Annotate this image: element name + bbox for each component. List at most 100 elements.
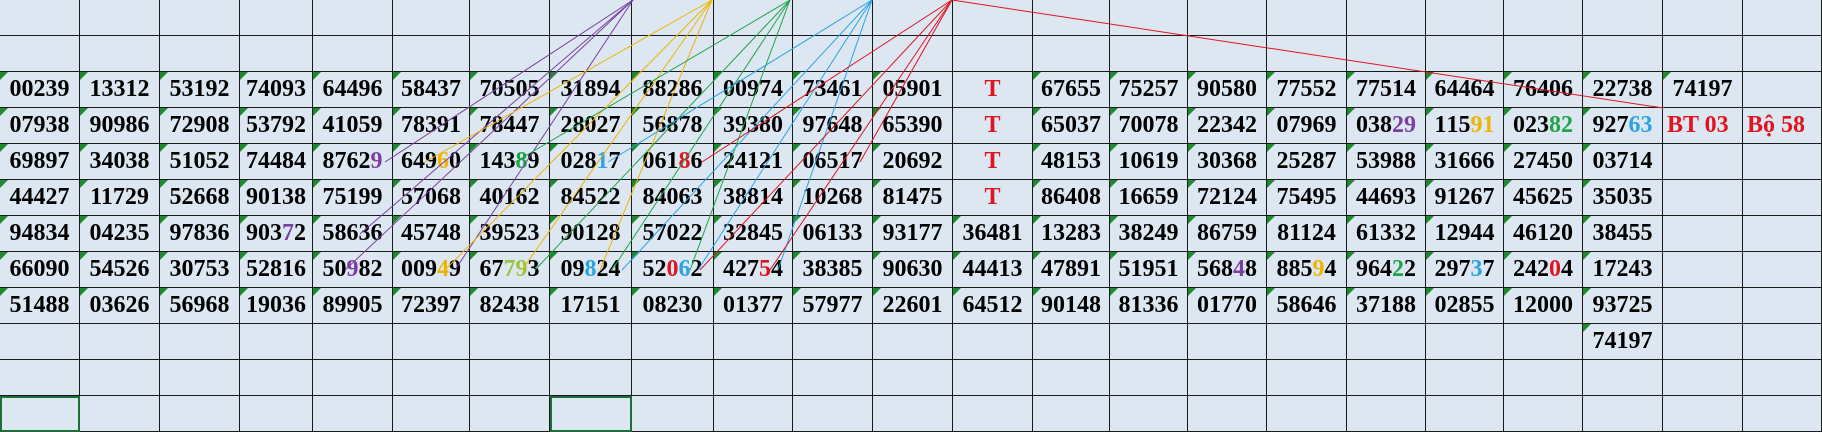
cell-r3-c10[interactable]: 97648 [793, 108, 873, 144]
cell-r11-c6[interactable] [470, 396, 550, 432]
cell-r8-c6[interactable]: 82438 [470, 288, 550, 324]
cell-r10-c5[interactable] [393, 360, 470, 396]
cell-r5-c20[interactable]: 35035 [1583, 180, 1663, 216]
cell-r10-c7[interactable] [550, 360, 632, 396]
cell-r8-c14[interactable]: 81336 [1110, 288, 1188, 324]
cell-r11-c17[interactable] [1347, 396, 1426, 432]
cell-r5-c14[interactable]: 16659 [1110, 180, 1188, 216]
cell-r4-c15[interactable]: 30368 [1188, 144, 1267, 180]
cell-r5-c13[interactable]: 86408 [1033, 180, 1110, 216]
cell-r2-c12[interactable]: T [953, 72, 1033, 108]
cell-r8-c5[interactable]: 72397 [393, 288, 470, 324]
cell-r1-c15[interactable] [1188, 36, 1267, 72]
cell-r5-c18[interactable]: 91267 [1426, 180, 1504, 216]
cell-r4-c22[interactable] [1743, 144, 1822, 180]
cell-r6-c0[interactable]: 94834 [0, 216, 80, 252]
cell-r2-c15[interactable]: 90580 [1188, 72, 1267, 108]
cell-r4-c20[interactable]: 03714 [1583, 144, 1663, 180]
cell-r10-c11[interactable] [873, 360, 953, 396]
cell-r9-c6[interactable] [470, 324, 550, 360]
cell-r6-c2[interactable]: 97836 [160, 216, 240, 252]
cell-r4-c21[interactable] [1663, 144, 1743, 180]
cell-r6-c5[interactable]: 45748 [393, 216, 470, 252]
cell-r4-c16[interactable]: 25287 [1267, 144, 1347, 180]
cell-r6-c11[interactable]: 93177 [873, 216, 953, 252]
cell-r11-c22[interactable] [1743, 396, 1822, 432]
cell-r0-c8[interactable] [632, 0, 714, 36]
cell-r9-c4[interactable] [313, 324, 393, 360]
cell-r4-c13[interactable]: 48153 [1033, 144, 1110, 180]
cell-r9-c8[interactable] [632, 324, 714, 360]
cell-r3-c3[interactable]: 53792 [240, 108, 313, 144]
cell-r1-c13[interactable] [1033, 36, 1110, 72]
cell-r0-c1[interactable] [80, 0, 160, 36]
cell-r4-c9[interactable]: 24121 [714, 144, 793, 180]
cell-r11-c11[interactable] [873, 396, 953, 432]
cell-r4-c18[interactable]: 31666 [1426, 144, 1504, 180]
cell-r6-c21[interactable] [1663, 216, 1743, 252]
cell-r7-c21[interactable] [1663, 252, 1743, 288]
cell-r2-c21[interactable]: 74197 [1663, 72, 1743, 108]
cell-r11-c13[interactable] [1033, 396, 1110, 432]
cell-r0-c3[interactable] [240, 0, 313, 36]
cell-r5-c17[interactable]: 44693 [1347, 180, 1426, 216]
cell-r6-c19[interactable]: 46120 [1504, 216, 1583, 252]
cell-r8-c2[interactable]: 56968 [160, 288, 240, 324]
cell-r4-c11[interactable]: 20692 [873, 144, 953, 180]
cell-r7-c18[interactable]: 29737 [1426, 252, 1504, 288]
cell-r3-c8[interactable]: 56878 [632, 108, 714, 144]
cell-r6-c16[interactable]: 81124 [1267, 216, 1347, 252]
cell-r5-c21[interactable] [1663, 180, 1743, 216]
cell-r0-c13[interactable] [1033, 0, 1110, 36]
cell-r11-c1[interactable] [80, 396, 160, 432]
cell-r0-c22[interactable] [1743, 0, 1822, 36]
cell-r11-c15[interactable] [1188, 396, 1267, 432]
cell-r0-c14[interactable] [1110, 0, 1188, 36]
cell-r8-c7[interactable]: 17151 [550, 288, 632, 324]
cell-r6-c15[interactable]: 86759 [1188, 216, 1267, 252]
cell-r7-c6[interactable]: 67793 [470, 252, 550, 288]
cell-r6-c17[interactable]: 61332 [1347, 216, 1426, 252]
cell-r4-c2[interactable]: 51052 [160, 144, 240, 180]
cell-r1-c1[interactable] [80, 36, 160, 72]
cell-r2-c13[interactable]: 67655 [1033, 72, 1110, 108]
cell-r10-c22[interactable] [1743, 360, 1822, 396]
cell-r11-c3[interactable] [240, 396, 313, 432]
cell-r4-c5[interactable]: 64960 [393, 144, 470, 180]
cell-r6-c10[interactable]: 06133 [793, 216, 873, 252]
cell-r10-c21[interactable] [1663, 360, 1743, 396]
cell-r5-c4[interactable]: 75199 [313, 180, 393, 216]
cell-r2-c7[interactable]: 31894 [550, 72, 632, 108]
cell-r4-c19[interactable]: 27450 [1504, 144, 1583, 180]
cell-r1-c6[interactable] [470, 36, 550, 72]
cell-r9-c1[interactable] [80, 324, 160, 360]
cell-r7-c19[interactable]: 24204 [1504, 252, 1583, 288]
cell-r10-c12[interactable] [953, 360, 1033, 396]
cell-r7-c1[interactable]: 54526 [80, 252, 160, 288]
cell-r8-c10[interactable]: 57977 [793, 288, 873, 324]
cell-r9-c19[interactable] [1504, 324, 1583, 360]
cell-r4-c12[interactable]: T [953, 144, 1033, 180]
cell-r9-c13[interactable] [1033, 324, 1110, 360]
cell-r6-c9[interactable]: 32845 [714, 216, 793, 252]
cell-r7-c0[interactable]: 66090 [0, 252, 80, 288]
cell-r11-c9[interactable] [714, 396, 793, 432]
cell-r3-c1[interactable]: 90986 [80, 108, 160, 144]
cell-r2-c16[interactable]: 77552 [1267, 72, 1347, 108]
cell-r9-c3[interactable] [240, 324, 313, 360]
cell-r6-c7[interactable]: 90128 [550, 216, 632, 252]
cell-r3-c0[interactable]: 07938 [0, 108, 80, 144]
cell-r7-c10[interactable]: 38385 [793, 252, 873, 288]
cell-r5-c7[interactable]: 84522 [550, 180, 632, 216]
cell-r0-c21[interactable] [1663, 0, 1743, 36]
cell-r3-c7[interactable]: 28027 [550, 108, 632, 144]
cell-r4-c8[interactable]: 06186 [632, 144, 714, 180]
cell-r9-c5[interactable] [393, 324, 470, 360]
cell-r5-c16[interactable]: 75495 [1267, 180, 1347, 216]
cell-r9-c10[interactable] [793, 324, 873, 360]
cell-r0-c10[interactable] [793, 0, 873, 36]
cell-r6-c1[interactable]: 04235 [80, 216, 160, 252]
cell-r10-c8[interactable] [632, 360, 714, 396]
cell-r11-c19[interactable] [1504, 396, 1583, 432]
cell-r2-c2[interactable]: 53192 [160, 72, 240, 108]
